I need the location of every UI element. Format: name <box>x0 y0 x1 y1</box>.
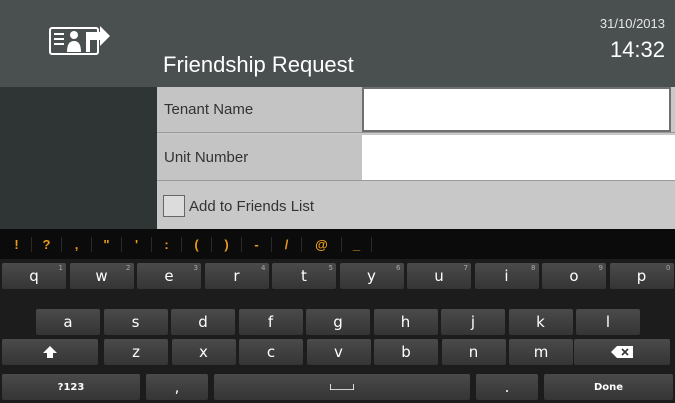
unit-number-input[interactable] <box>362 135 675 180</box>
key-j[interactable]: j <box>441 309 505 335</box>
unit-number-label: Unit Number <box>157 135 362 180</box>
time-label: 14:32 <box>609 37 665 62</box>
backspace-key[interactable] <box>574 339 670 365</box>
left-panel <box>0 87 157 229</box>
backspace-icon <box>611 346 633 358</box>
add-friends-row: Add to Friends List <box>157 183 675 229</box>
key-c[interactable]: c <box>239 339 303 365</box>
key-x[interactable]: x <box>171 339 236 365</box>
key-g[interactable]: g <box>306 309 370 335</box>
key-w[interactable]: w2 <box>69 263 134 289</box>
key-b[interactable]: b <box>374 339 438 365</box>
key-t[interactable]: t5 <box>272 263 336 289</box>
symbol-key[interactable]: @ <box>302 236 342 252</box>
key-i[interactable]: i8 <box>474 263 539 289</box>
key-f[interactable]: f <box>238 309 303 335</box>
symbols-mode-key[interactable]: ?123 <box>2 374 140 400</box>
symbol-key[interactable]: / <box>272 236 302 252</box>
symbol-key[interactable]: ? <box>32 236 62 252</box>
page-title: Friendship Request <box>163 52 354 77</box>
add-friends-label: Add to Friends List <box>189 197 315 215</box>
key-n[interactable]: n <box>441 339 506 365</box>
key-e[interactable]: e3 <box>137 263 201 289</box>
symbol-key[interactable]: , <box>62 236 92 252</box>
tenant-arrow-icon <box>48 26 110 55</box>
comma-key[interactable]: , <box>146 374 208 400</box>
app-icon-area <box>0 0 157 87</box>
symbol-key[interactable]: ) <box>212 236 242 252</box>
date-label: 31/10/2013 <box>599 16 665 31</box>
space-icon <box>330 384 354 390</box>
key-a[interactable]: a <box>36 309 100 335</box>
key-m[interactable]: m <box>509 339 573 365</box>
done-key[interactable]: Done <box>544 374 673 400</box>
key-k[interactable]: k <box>508 309 573 335</box>
unit-number-row: Unit Number <box>157 135 675 181</box>
key-o[interactable]: o9 <box>542 263 606 289</box>
period-key[interactable]: . <box>476 374 538 400</box>
shift-icon <box>43 346 57 358</box>
key-v[interactable]: v <box>306 339 371 365</box>
tenant-name-input[interactable] <box>362 87 671 132</box>
symbol-key[interactable]: _ <box>342 236 372 252</box>
key-s[interactable]: s <box>103 309 168 335</box>
tenant-name-row: Tenant Name <box>157 87 675 133</box>
symbol-key[interactable]: " <box>92 236 122 252</box>
key-z[interactable]: z <box>104 339 168 365</box>
on-screen-keyboard: !?, " ':() - / @ _ q1w2e3r4t5y6u7i8o9p0asdfghj… <box>0 229 675 403</box>
key-p[interactable]: p0 <box>609 263 674 289</box>
key-u[interactable]: u7 <box>407 263 471 289</box>
add-friends-checkbox[interactable] <box>163 195 185 217</box>
key-h[interactable]: h <box>373 309 438 335</box>
key-d[interactable]: d <box>171 309 235 335</box>
key-r[interactable]: r4 <box>204 263 269 289</box>
symbol-suggestion-row: !?, " ':() - / @ _ <box>0 229 675 259</box>
symbol-key[interactable]: ! <box>2 236 32 252</box>
tenant-name-label: Tenant Name <box>157 87 362 132</box>
space-key[interactable] <box>214 374 470 400</box>
key-q[interactable]: q1 <box>2 263 66 289</box>
symbol-key[interactable]: ' <box>122 236 152 252</box>
key-l[interactable]: l <box>576 309 640 335</box>
friendship-form: Tenant Name Unit Number Add to Friends L… <box>157 87 675 229</box>
symbol-key[interactable]: ( <box>182 236 212 252</box>
title-bar: Friendship Request 31/10/2013 14:32 <box>0 0 675 87</box>
shift-key[interactable] <box>2 339 98 365</box>
symbol-key[interactable]: - <box>242 236 272 252</box>
key-y[interactable]: y6 <box>339 263 404 289</box>
symbol-key[interactable]: : <box>152 236 182 252</box>
add-friends-checkbox-control[interactable]: Add to Friends List <box>157 183 675 229</box>
